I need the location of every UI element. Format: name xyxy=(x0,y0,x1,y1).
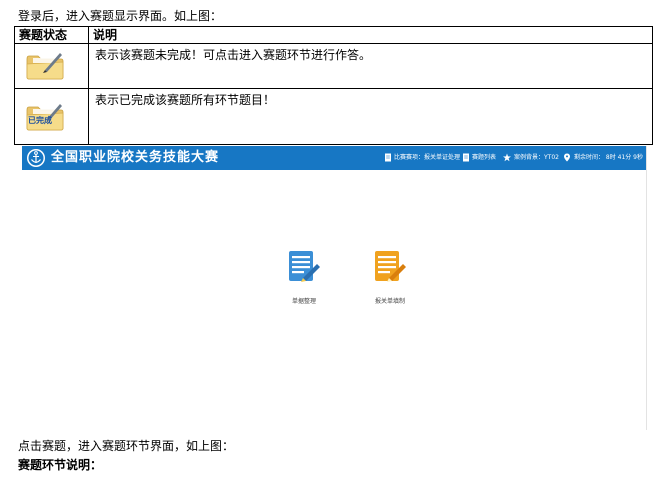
status-table: 赛题状态 说明 表示该赛题未完成！可点击进入赛题环节进行作答。 已完成 表示已完… xyxy=(14,26,653,145)
app-title: 全国职业院校关务技能大赛 xyxy=(51,150,220,165)
module-document-sorting[interactable]: 单据整理 xyxy=(274,248,334,306)
app-header: 全国职业院校关务技能大赛 比赛赛项：报关单证处理 赛题列表 案例背景：YT02 … xyxy=(22,146,646,170)
status-icon-cell: 已完成 xyxy=(14,88,89,145)
module-label: 报关单填制 xyxy=(374,298,405,305)
star-icon xyxy=(503,153,511,162)
table-header-row: 赛题状态 说明 xyxy=(14,26,653,44)
section-title: 赛题环节说明： xyxy=(18,458,103,472)
table-row: 表示该赛题未完成！可点击进入赛题环节进行作答。 xyxy=(14,43,653,89)
embedded-screenshot: 全国职业院校关务技能大赛 比赛赛项：报关单证处理 赛题列表 案例背景：YT02 … xyxy=(22,146,647,430)
intro-text: 登录后，进入赛题显示界面。如上图： xyxy=(18,9,223,23)
header-description: 说明 xyxy=(88,26,653,44)
question-list-link[interactable]: 赛题列表 xyxy=(472,153,496,163)
folder-completed-icon: 已完成 xyxy=(25,101,65,131)
anchor-logo-icon xyxy=(26,148,46,168)
status-description: 表示该赛题未完成！可点击进入赛题环节进行作答。 xyxy=(88,43,653,89)
module-label: 单据整理 xyxy=(291,298,316,305)
header-status: 赛题状态 xyxy=(14,26,89,44)
document-icon xyxy=(384,153,392,162)
location-pin-icon xyxy=(563,153,571,162)
completed-badge: 已完成 xyxy=(28,116,52,125)
remaining-time: 剩余时间： 8时 41分 9秒 xyxy=(574,154,643,161)
folder-pencil-icon xyxy=(25,50,65,80)
footer-text: 点击赛题，进入赛题环节界面，如上图： xyxy=(18,439,235,453)
table-row: 已完成 表示已完成该赛题所有环节题目！ xyxy=(14,88,653,145)
status-icon-cell xyxy=(14,43,89,89)
form-pencil-icon xyxy=(371,248,409,286)
list-icon xyxy=(462,153,470,162)
event-info: 比赛赛项：报关单证处理 xyxy=(394,154,461,161)
case-info: 案例背景：YT02 xyxy=(514,154,559,161)
document-pencil-icon xyxy=(285,248,323,286)
status-description: 表示已完成该赛题所有环节题目！ xyxy=(88,88,653,145)
module-declaration-form[interactable]: 报关单填制 xyxy=(360,248,420,306)
